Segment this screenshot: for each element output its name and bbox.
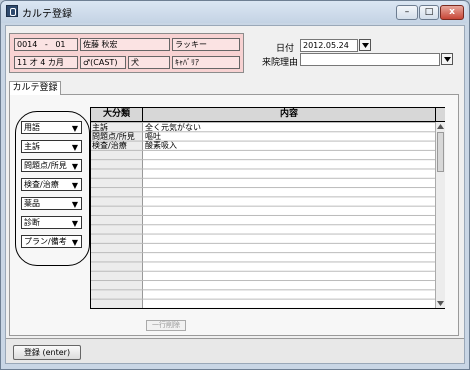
findings-button[interactable]: 問題点/所見 ▼	[21, 159, 82, 172]
maximize-button[interactable]: □	[419, 5, 439, 20]
grid-row-content[interactable]: 嘔吐	[145, 132, 161, 141]
grid-header-corner	[435, 108, 445, 122]
grid-row-category[interactable]: 検査/治療	[92, 141, 127, 150]
species-field: 犬	[128, 56, 170, 69]
tab-karte-register[interactable]: カルテ登録	[9, 81, 61, 95]
close-button[interactable]: x	[440, 5, 464, 20]
reason-label: 来院理由	[262, 58, 299, 68]
chevron-down-icon	[444, 57, 451, 62]
grid-row-content[interactable]: 全く元気がない	[145, 123, 201, 132]
diagnosis-button[interactable]: 診断 ▼	[21, 216, 82, 229]
pet-name-field: ラッキー	[172, 38, 240, 51]
patient-id-separator: -	[44, 40, 48, 49]
chevron-down-icon	[362, 43, 369, 48]
grid-lines	[91, 122, 435, 308]
plan-notes-button-label: プラン/備考	[24, 237, 67, 246]
triangle-down-icon: ▼	[71, 181, 78, 190]
window-title: カルテ登録	[22, 9, 72, 20]
diagnosis-button-label: 診断	[24, 218, 40, 227]
exam-treatment-button[interactable]: 検査/治療 ▼	[21, 178, 82, 191]
grid-row-content[interactable]: 酸素吸入	[145, 141, 177, 150]
term-button-label: 用語	[24, 123, 40, 132]
grid-row-category[interactable]: 問題点/所見	[92, 132, 135, 141]
patient-info-box: 0014 - 01 佐藤 秋宏 ラッキー 11 才 4 カ月 ♂(CAST) 犬…	[9, 33, 244, 73]
reason-dropdown-button[interactable]	[441, 53, 453, 65]
record-grid[interactable]: 大分類 内容 主訴 全く元気がない 問題点/所見 嘔吐 検査/治療 酸素吸入	[90, 107, 445, 309]
triangle-down-icon: ▼	[71, 238, 78, 247]
reason-field[interactable]	[300, 53, 440, 66]
scroll-up-icon[interactable]	[437, 124, 444, 129]
delete-row-button[interactable]: 一行削除	[146, 320, 186, 331]
date-dropdown-button[interactable]	[359, 39, 371, 51]
owner-name-field: 佐藤 秋宏	[80, 38, 170, 51]
term-button[interactable]: 用語 ▼	[21, 121, 82, 134]
exam-treatment-button-label: 検査/治療	[24, 180, 59, 189]
triangle-down-icon: ▼	[71, 219, 78, 228]
age-field: 11 才 4 カ月	[14, 56, 78, 69]
grid-row-category[interactable]: 主訴	[92, 123, 108, 132]
app-icon	[6, 5, 18, 17]
grid-header-content[interactable]: 内容	[143, 108, 435, 122]
register-button[interactable]: 登録 (enter)	[13, 345, 81, 360]
triangle-down-icon: ▼	[71, 124, 78, 133]
scrollbar-thumb[interactable]	[437, 132, 444, 172]
patient-id-field: 0014 - 01	[14, 38, 78, 51]
grid-scrollbar[interactable]	[435, 122, 445, 308]
plan-notes-button[interactable]: プラン/備考 ▼	[21, 235, 82, 248]
complaint-button-label: 主訴	[24, 142, 40, 151]
breed-field: ｷｬﾊﾞﾘｱ	[172, 56, 240, 69]
medicine-button[interactable]: 薬品 ▼	[21, 197, 82, 210]
grid-header-category[interactable]: 大分類	[91, 108, 143, 122]
minimize-button[interactable]: –	[396, 5, 418, 20]
patient-id: 0014	[17, 40, 38, 49]
triangle-down-icon: ▼	[71, 200, 78, 209]
triangle-down-icon: ▼	[71, 162, 78, 171]
medicine-button-label: 薬品	[24, 199, 40, 208]
patient-sub-id: 01	[55, 40, 66, 49]
triangle-down-icon: ▼	[71, 143, 78, 152]
scroll-down-icon[interactable]	[437, 301, 444, 306]
findings-button-label: 問題点/所見	[24, 161, 67, 170]
complaint-button[interactable]: 主訴 ▼	[21, 140, 82, 153]
date-label: 日付	[276, 44, 295, 54]
sex-field: ♂(CAST)	[80, 56, 126, 69]
date-field[interactable]: 2012.05.24	[300, 39, 358, 52]
